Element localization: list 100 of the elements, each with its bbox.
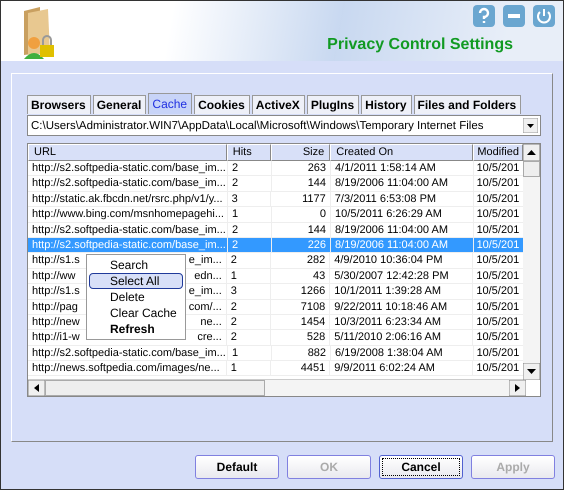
table-cell-text: 10/5/201 bbox=[476, 161, 520, 176]
table-cell: 2 bbox=[226, 330, 271, 345]
table-row[interactable]: http://news.softpedia.com/images/ne... 1 4451 9/9/2011 6:02:24 AM 10/5/201 bbox=[28, 361, 524, 376]
table-cell: 6/19/2008 1:38:04 AM bbox=[331, 346, 474, 360]
tab[interactable]: ActiveX bbox=[252, 95, 305, 114]
table-row[interactable]: http://www.bing.com/msnhomepagehi... 1 0 10/5/2011 6:26:29 AM 10/5/201 bbox=[28, 207, 524, 223]
table-cell: 226 bbox=[272, 238, 332, 252]
scroll-up-icon[interactable] bbox=[523, 144, 540, 161]
table-cell: 5/11/2010 2:06:16 AM bbox=[330, 330, 474, 345]
tab[interactable]: General bbox=[92, 95, 146, 114]
table-cell: 9/22/2011 10:18:46 AM bbox=[330, 300, 474, 314]
column-header[interactable]: Hits bbox=[226, 144, 271, 161]
table-cell: 2 bbox=[228, 222, 272, 237]
url-text: http://news.softpedia.com/images/ne... bbox=[32, 361, 220, 376]
url-text: http://ww bbox=[32, 268, 76, 284]
table-cell: 282 bbox=[270, 253, 330, 268]
table-cell: 3 bbox=[226, 284, 271, 299]
horizontal-scrollbar[interactable] bbox=[28, 379, 526, 396]
menu-item[interactable]: Select All bbox=[89, 273, 183, 289]
table-cell-text: 10/5/201 bbox=[475, 361, 520, 376]
table-row[interactable]: http://static.ak.fbcdn.net/rsrc.php/v1/y... 3 1177 7/3/2011 6:53:08 PM 10/5/201 bbox=[28, 192, 524, 208]
dropdown-arrow-icon[interactable] bbox=[523, 118, 538, 133]
url-text: http://new bbox=[32, 314, 80, 330]
url-text: http://s2.softpedia-static.com/base_im... bbox=[32, 238, 226, 252]
scroll-down-icon[interactable] bbox=[523, 363, 540, 380]
table-cell-text: 10/5/201 bbox=[476, 238, 520, 252]
dialog-button[interactable]: Cancel bbox=[379, 455, 463, 479]
table-cell: 10/1/2011 1:39:28 AM bbox=[330, 284, 474, 299]
table-cell: 882 bbox=[272, 346, 332, 360]
table-cell: 1 bbox=[228, 346, 272, 360]
tab[interactable]: Files and Folders bbox=[414, 95, 522, 114]
help-icon[interactable] bbox=[473, 5, 495, 27]
table-cell: 2 bbox=[226, 314, 271, 330]
url-text: http://pag bbox=[32, 300, 78, 314]
table-row[interactable]: http://s2.softpedia-static.com/base_im... 2 263 4/1/2011 1:58:14 AM 10/5/201 bbox=[28, 161, 524, 176]
table-cell: 263 bbox=[272, 161, 332, 176]
table-cell: 1177 bbox=[271, 192, 331, 206]
url-text: http://s2.softpedia-static.com/base_im... bbox=[32, 161, 226, 176]
scroll-thumb[interactable] bbox=[523, 161, 540, 177]
table-cell: 10/5/2011 6:26:29 AM bbox=[331, 207, 474, 222]
table-cell: 8/19/2006 11:04:00 AM bbox=[331, 222, 474, 237]
url-text: http://i1-w bbox=[32, 330, 80, 345]
table-cell: 2 bbox=[228, 161, 272, 176]
tab[interactable]: Browsers bbox=[27, 95, 91, 114]
table-cell-text: 10/5/201 bbox=[475, 284, 520, 299]
url-text: http://s2.softpedia-static.com/base_im... bbox=[32, 222, 226, 237]
table-row[interactable]: http://s2.softpedia-static.com/base_im... 1 882 6/19/2008 1:38:04 AM 10/5/201 bbox=[28, 346, 524, 362]
table-cell: 4451 bbox=[270, 361, 330, 376]
table-cell-text: 10/5/201 bbox=[476, 176, 520, 191]
table-row[interactable]: http://s2.softpedia-static.com/base_im... 2 144 8/19/2006 11:04:00 AM 10/5/201 bbox=[28, 176, 524, 192]
url-text: e_im... bbox=[188, 253, 222, 268]
power-icon[interactable] bbox=[533, 5, 555, 27]
column-header[interactable]: URL bbox=[28, 144, 227, 161]
url-text: e_im... bbox=[188, 284, 222, 299]
table-cell: 8/19/2006 11:04:00 AM bbox=[331, 176, 474, 191]
table-cell: 4/1/2011 1:58:14 AM bbox=[331, 161, 474, 176]
table-cell: 1 bbox=[226, 361, 271, 376]
url-text: http://www.bing.com/msnhomepagehi... bbox=[32, 207, 224, 222]
minimize-icon[interactable] bbox=[503, 5, 525, 27]
url-text: edn... bbox=[194, 268, 222, 284]
table-cell: 528 bbox=[270, 330, 330, 345]
url-text: ne... bbox=[200, 314, 222, 330]
table-cell-text: 10/5/201 bbox=[475, 314, 520, 330]
table-cell: 43 bbox=[270, 268, 330, 284]
column-header[interactable]: Size bbox=[270, 144, 330, 161]
table-cell-text: 10/5/201 bbox=[476, 222, 520, 237]
scroll-thumb[interactable] bbox=[45, 380, 265, 396]
scroll-left-icon[interactable] bbox=[28, 380, 45, 396]
url-text: http://s1.s bbox=[32, 253, 80, 268]
table-cell: 7/3/2011 6:53:08 PM bbox=[330, 192, 474, 206]
table-cell: 144 bbox=[272, 222, 332, 237]
table-cell-text: 10/5/201 bbox=[475, 253, 520, 268]
app-title: Privacy Control Settings bbox=[327, 36, 513, 54]
tab[interactable]: PlugIns bbox=[306, 95, 360, 114]
table-cell: 10/3/2011 6:23:34 AM bbox=[330, 314, 474, 330]
table-cell: 7108 bbox=[270, 300, 330, 314]
tab[interactable]: Cache bbox=[148, 93, 192, 114]
table-cell: 8/19/2006 11:04:00 AM bbox=[331, 238, 474, 252]
table-cell-text: 10/5/201 bbox=[476, 207, 520, 222]
tab[interactable]: Cookies bbox=[194, 95, 250, 114]
scroll-right-icon[interactable] bbox=[509, 380, 526, 396]
table-cell: 2 bbox=[228, 176, 272, 191]
dialog-button[interactable]: Default bbox=[195, 455, 279, 479]
path-dropdown[interactable]: C:\Users\Administrator.WIN7\AppData\Local\Microsoft\Windows\Temporary Internet Files bbox=[27, 115, 541, 136]
table-cell: 2 bbox=[226, 300, 271, 314]
table-cell: 2 bbox=[226, 253, 271, 268]
table-cell-text: 10/5/201 bbox=[476, 192, 520, 206]
url-text: http://s2.softpedia-static.com/base_im... bbox=[32, 346, 226, 360]
table-cell: 1454 bbox=[270, 314, 330, 330]
table-cell: 144 bbox=[272, 176, 332, 191]
vertical-scrollbar[interactable] bbox=[523, 161, 540, 379]
url-text: com/... bbox=[188, 300, 222, 314]
table-cell: 1 bbox=[228, 207, 272, 222]
column-header[interactable]: Modified bbox=[473, 144, 524, 161]
table-cell: 3 bbox=[228, 192, 272, 206]
tab[interactable]: History bbox=[361, 95, 412, 114]
table-cell-text: 10/5/201 bbox=[475, 330, 520, 345]
table-cell-text: 10/5/201 bbox=[476, 346, 520, 360]
column-header[interactable]: Created On bbox=[330, 144, 474, 161]
table-cell: 2 bbox=[228, 238, 272, 252]
